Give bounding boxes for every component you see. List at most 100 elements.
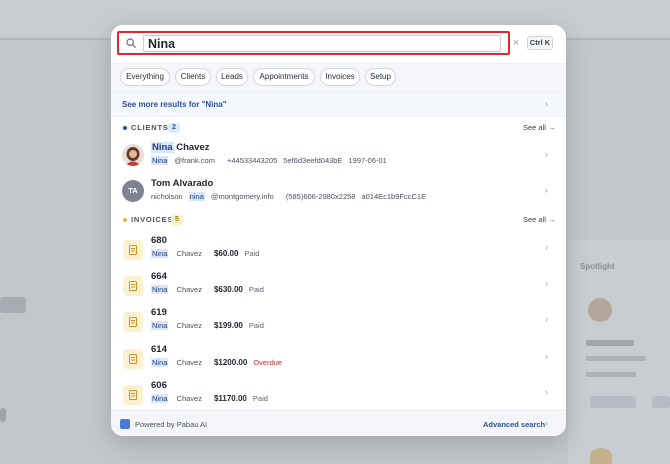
invoice-result-row[interactable]: 619 Nina Chavez $199.00 Paid › <box>111 302 566 338</box>
name-match-highlight: Nina <box>151 249 169 258</box>
filter-chip-leads[interactable]: Leads <box>216 68 248 86</box>
name-match-highlight: Nina <box>151 358 169 367</box>
invoice-number: 614 <box>151 344 167 355</box>
background-text <box>586 340 634 346</box>
see-more-results-label: See more results for "Nina" <box>122 100 227 109</box>
filter-chip-appointments[interactable]: Appointments <box>253 68 315 86</box>
invoice-icon <box>123 385 143 405</box>
keyboard-shortcut-badge: Ctrl K <box>527 36 553 50</box>
client-details: Nina @frank.com +44533443205 5ef6d3eefd043b… <box>151 156 393 165</box>
client-email-prefix: nicholson <box>151 192 183 201</box>
client-phone: +44533443205 <box>226 156 278 165</box>
invoice-details: Nina Chavez $1170.00 Paid <box>151 394 274 403</box>
client-id: a014Ec1b9FccC1E <box>361 192 427 201</box>
pabau-ai-icon <box>120 419 130 429</box>
invoice-status: Overdue <box>253 358 283 367</box>
clients-see-all-link[interactable]: See all → <box>523 123 556 132</box>
background-text <box>586 372 636 377</box>
search-input[interactable] <box>143 35 501 52</box>
client-photo-icon <box>122 144 144 166</box>
chevron-right-icon: › <box>545 418 548 428</box>
name-match-highlight: Nina <box>151 142 174 153</box>
clear-search-button[interactable]: × <box>510 36 522 50</box>
clients-count-badge: 2 <box>168 123 180 133</box>
invoice-result-row[interactable]: 680 Nina Chavez $60.00 Paid › <box>111 230 566 266</box>
invoice-status: Paid <box>252 394 268 403</box>
invoice-client-name: Chavez <box>174 358 202 367</box>
invoice-status: Paid <box>248 321 264 330</box>
chevron-right-icon: › <box>545 351 548 361</box>
client-email: @montgomery.info <box>210 192 274 201</box>
global-search-modal: × Ctrl K Everything Clients Leads Appoin… <box>111 25 566 436</box>
invoice-client-name: Chavez <box>174 321 202 330</box>
powered-by-label: Powered by Pabau AI <box>135 420 208 429</box>
invoice-amount: $1170.00 <box>213 394 247 403</box>
filter-chip-clients[interactable]: Clients <box>175 68 211 86</box>
invoice-client-name: Chavez <box>174 285 202 294</box>
invoice-details: Nina Chavez $60.00 Paid <box>151 249 265 258</box>
invoice-details: Nina Chavez $1200.00 Overdue <box>151 358 288 367</box>
invoice-number: 606 <box>151 380 167 391</box>
invoices-count-badge: 5 <box>171 215 183 225</box>
filter-chip-everything[interactable]: Everything <box>120 68 170 86</box>
client-last-name: Chavez <box>173 142 210 153</box>
invoice-client-name: Chavez <box>174 249 202 258</box>
section-dot-icon <box>123 126 127 130</box>
client-initials-avatar: TA <box>122 180 144 202</box>
invoices-see-all-link[interactable]: See all → <box>523 215 556 224</box>
invoice-icon <box>123 349 143 369</box>
invoice-result-row[interactable]: 614 Nina Chavez $1200.00 Overdue › <box>111 339 566 375</box>
chevron-right-icon: › <box>545 99 548 109</box>
client-id: 5ef6d3eefd043bE <box>283 156 343 165</box>
invoice-details: Nina Chavez $630.00 Paid <box>151 285 270 294</box>
chevron-right-icon: › <box>545 149 548 159</box>
chevron-right-icon: › <box>545 185 548 195</box>
clients-section-header: CLIENTS 2 See all → <box>111 118 566 138</box>
invoices-section-header: INVOICES 5 See all → <box>111 210 566 230</box>
search-footer: Powered by Pabau AI Advanced search › <box>111 410 566 436</box>
name-match-highlight: Nina <box>151 394 169 403</box>
invoice-icon <box>123 276 143 296</box>
chevron-right-icon: › <box>545 242 548 252</box>
background-button <box>590 396 636 408</box>
section-dot-icon <box>123 218 127 222</box>
invoice-amount: $630.00 <box>213 285 243 294</box>
name-match-highlight: Nina <box>151 285 169 294</box>
background-panel-title: Spotlight <box>580 262 615 271</box>
invoices-section-label: INVOICES <box>131 215 174 224</box>
filter-chip-setup[interactable]: Setup <box>365 68 396 86</box>
invoice-status: Paid <box>248 285 264 294</box>
invoice-status: Paid <box>244 249 260 258</box>
invoice-icon <box>123 312 143 332</box>
invoice-number: 664 <box>151 271 167 282</box>
clients-section-label: CLIENTS <box>131 123 169 132</box>
chevron-right-icon: › <box>545 314 548 324</box>
search-box-highlight <box>117 31 510 55</box>
invoice-amount: $60.00 <box>213 249 239 258</box>
chevron-right-icon: › <box>545 278 548 288</box>
invoice-client-name: Chavez <box>174 394 202 403</box>
email-match-highlight: Nina <box>151 156 169 165</box>
advanced-search-link[interactable]: Advanced search <box>483 420 545 429</box>
invoice-result-row[interactable]: 664 Nina Chavez $630.00 Paid › <box>111 266 566 302</box>
filter-chip-invoices[interactable]: Invoices <box>320 68 360 86</box>
see-more-results-link[interactable]: See more results for "Nina" › <box>111 93 566 117</box>
background-spotlight-panel: Spotlight <box>568 240 670 464</box>
invoice-number: 680 <box>151 235 167 246</box>
client-result-row[interactable]: TA Tom Alvarado nicholson nina @montgomery… <box>111 173 566 209</box>
search-bar: × Ctrl K <box>111 25 566 63</box>
background-avatar <box>590 448 612 464</box>
invoice-amount: $1200.00 <box>213 358 248 367</box>
chevron-right-icon: › <box>545 387 548 397</box>
name-match-highlight: Nina <box>151 321 169 330</box>
client-details: nicholson nina @montgomery.info (585)606-29… <box>151 192 432 201</box>
client-result-row[interactable]: Nina Chavez Nina @frank.com +44533443205 5e… <box>111 137 566 173</box>
background-avatar <box>588 298 612 322</box>
client-name: Tom Alvarado <box>151 178 214 189</box>
background-text <box>586 356 646 361</box>
client-phone: (585)606-2980x2258 <box>285 192 356 201</box>
client-dob: 1997-06-01 <box>348 156 387 165</box>
invoice-details: Nina Chavez $199.00 Paid <box>151 321 270 330</box>
invoice-amount: $199.00 <box>213 321 243 330</box>
invoice-result-row[interactable]: 606 Nina Chavez $1170.00 Paid › <box>111 375 566 411</box>
